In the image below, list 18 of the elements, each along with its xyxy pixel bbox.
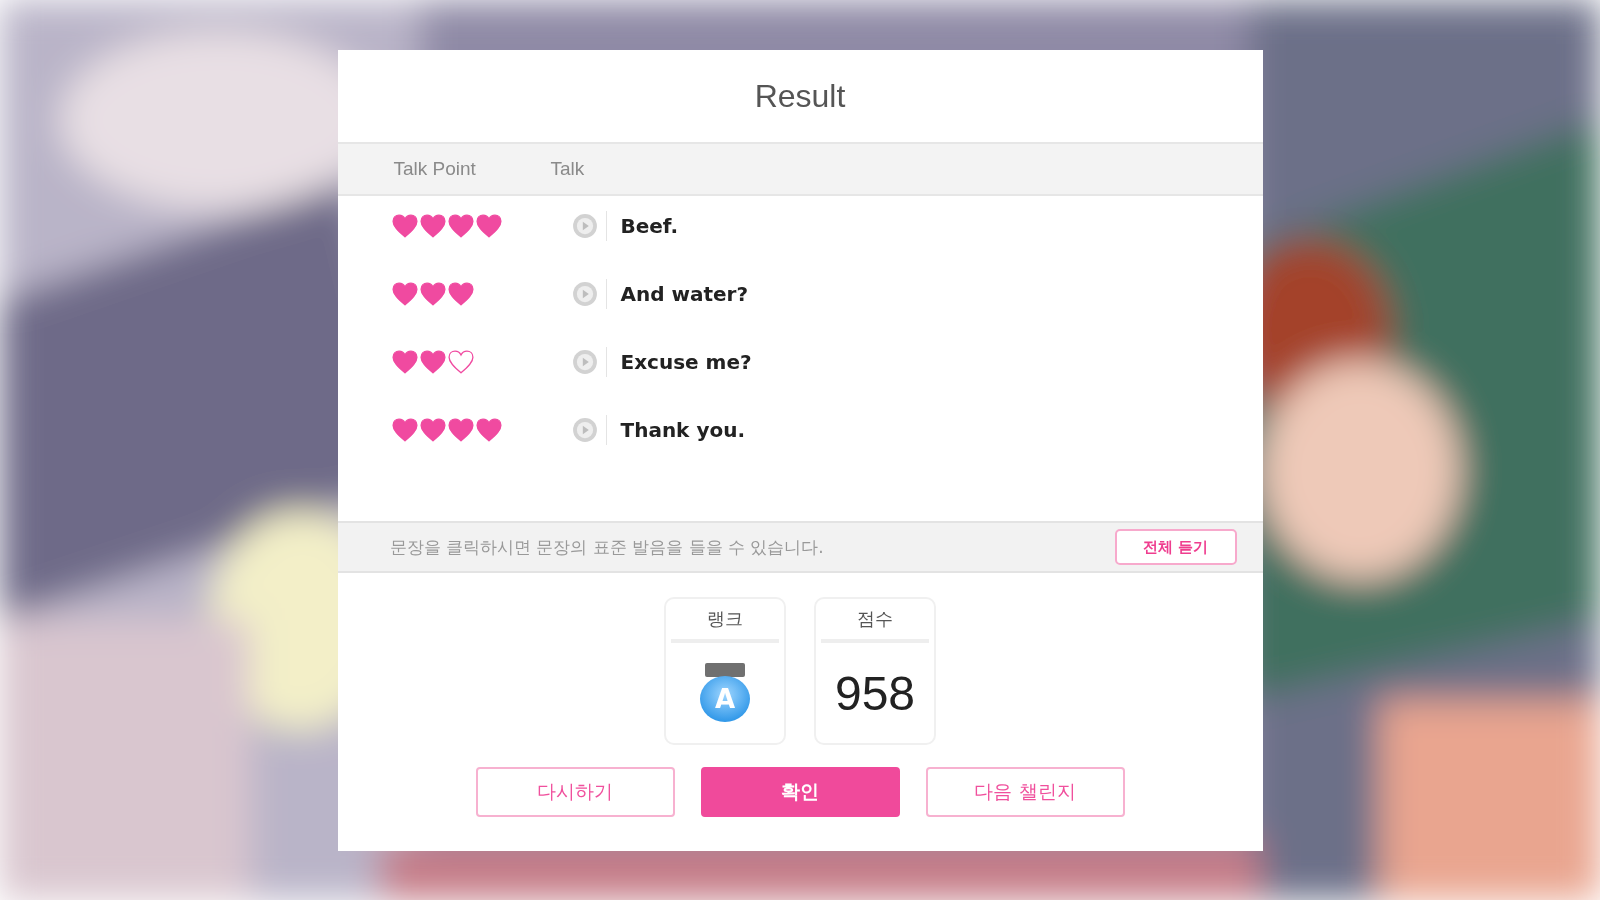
talk-sentence[interactable]: Thank you. [620, 418, 745, 442]
dialog-title: Result [753, 76, 847, 116]
hint-text: 문장을 클릭하시면 문장의 표준 발음을 들을 수 있습니다. [389, 535, 824, 559]
listen-all-button[interactable]: 전체 듣기 [1114, 529, 1237, 565]
medal-icon [700, 663, 750, 723]
column-header: Talk Point [393, 158, 477, 180]
play-icon[interactable] [571, 349, 598, 375]
talk-sentence[interactable]: Beef. [620, 214, 679, 238]
score-label: 점수 [821, 599, 929, 643]
play-icon[interactable] [571, 213, 598, 239]
column-header: Talk [550, 158, 585, 180]
play-icon[interactable] [571, 417, 598, 443]
talk-sentence[interactable]: Excuse me? [620, 350, 752, 374]
rank-label: 랭크 [671, 599, 779, 643]
play-icon[interactable] [571, 281, 598, 307]
rank-grade: A [714, 686, 736, 712]
talk-sentence[interactable]: And water? [620, 282, 749, 306]
score-value: 958 [834, 665, 916, 721]
